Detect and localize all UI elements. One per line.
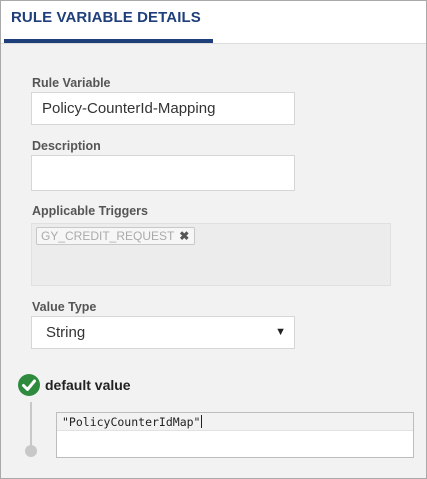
tab-rule-variable-details[interactable]: RULE VARIABLE DETAILS bbox=[11, 9, 201, 26]
rule-variable-value: Policy-CounterId-Mapping bbox=[42, 100, 216, 117]
value-type-label: Value Type bbox=[32, 300, 97, 314]
caret-down-icon: ▼ bbox=[275, 326, 286, 338]
value-type-selected: String bbox=[46, 324, 86, 341]
close-icon[interactable]: ✖ bbox=[179, 228, 189, 245]
text-cursor bbox=[201, 415, 203, 428]
rule-variable-details-panel: RULE VARIABLE DETAILS Rule Variable Poli… bbox=[0, 0, 427, 479]
trigger-chip: GY_CREDIT_REQUEST ✖ bbox=[36, 227, 196, 245]
default-value-editor[interactable]: "PolicyCounterIdMap" bbox=[56, 412, 414, 458]
check-circle-icon bbox=[18, 374, 40, 396]
rule-variable-input[interactable]: Policy-CounterId-Mapping bbox=[31, 92, 295, 125]
panel-header: RULE VARIABLE DETAILS bbox=[1, 1, 426, 44]
tree-connector-dot bbox=[25, 445, 37, 457]
trigger-chip-label: GY_CREDIT_REQUEST bbox=[41, 229, 175, 243]
description-input[interactable] bbox=[31, 155, 295, 191]
tree-connector-line bbox=[30, 402, 32, 450]
applicable-triggers-field[interactable]: GY_CREDIT_REQUEST ✖ bbox=[31, 223, 391, 286]
default-value-code: "PolicyCounterIdMap" bbox=[62, 415, 203, 429]
default-value-label: default value bbox=[45, 377, 131, 393]
value-type-select[interactable]: String ▼ bbox=[31, 316, 295, 349]
description-label: Description bbox=[32, 139, 101, 153]
applicable-triggers-label: Applicable Triggers bbox=[32, 204, 149, 218]
rule-variable-label: Rule Variable bbox=[32, 76, 111, 90]
active-tab-indicator bbox=[4, 39, 213, 43]
